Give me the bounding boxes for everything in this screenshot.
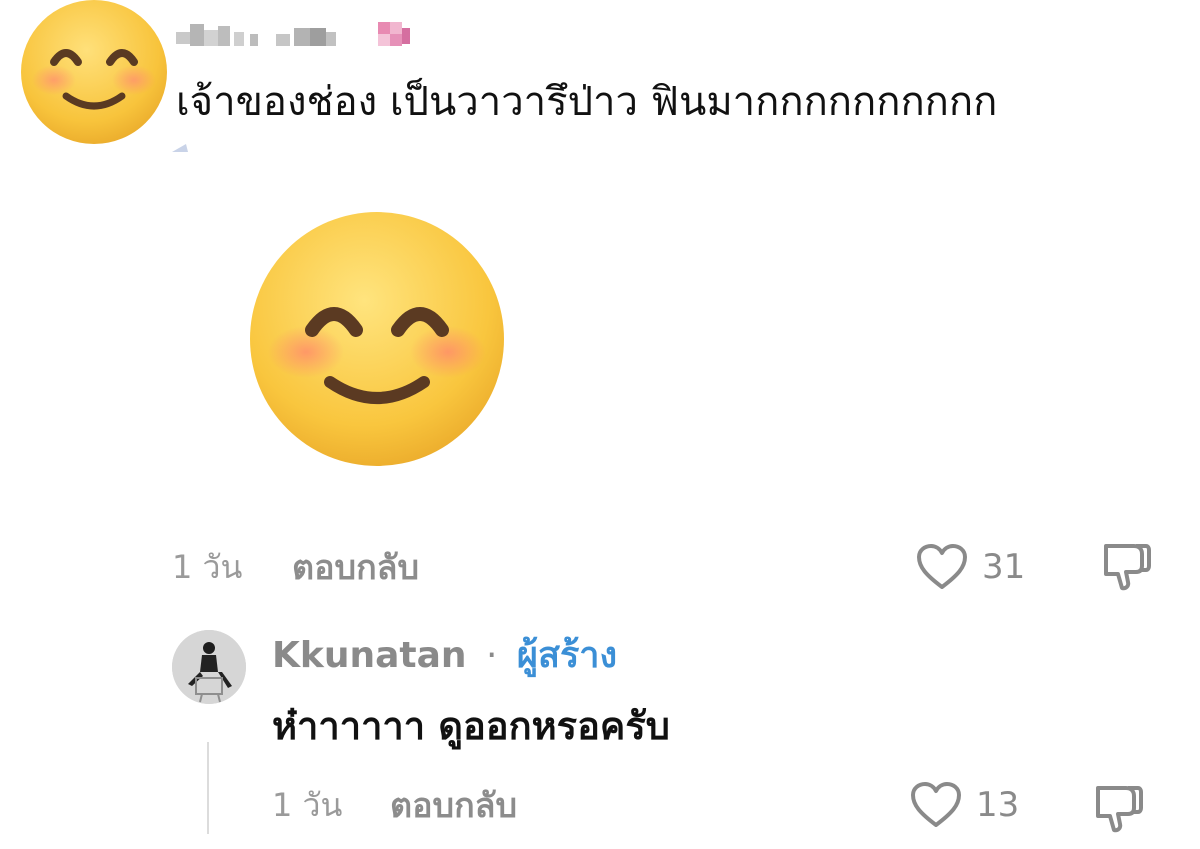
comment-meta-row: 1 วัน ตอบกลับ 31 [172,542,1182,592]
reply-time: 1 วัน [272,785,343,824]
reply-reply-button[interactable]: ตอบกลับ [390,778,517,832]
separator-dot: · [485,635,498,676]
commenter-username-blurred[interactable] [176,14,436,54]
comment-text: เจ้าของช่อง เป็นวาวารึป่าว ฟินมากกกกกกกก… [176,79,998,125]
reply-like-group[interactable]: 13 [910,781,1019,829]
comment-like-count: 31 [982,547,1026,587]
comment-time: 1 วัน [172,547,243,586]
reply-avatar[interactable] [172,630,246,704]
comment-like-group[interactable]: 31 [916,543,1025,591]
reply-meta-row: 1 วัน ตอบกลับ 13 [272,778,1182,833]
heart-icon[interactable] [910,781,962,829]
reply-like-count: 13 [976,785,1020,825]
reply-text: ห๋าาาาาา ดูออกหรอครับ [272,704,670,748]
commenter-avatar-emoji[interactable] [20,0,168,145]
divider-decoration [172,144,188,152]
heart-icon[interactable] [916,543,968,591]
creator-badge: ผู้สร้าง [516,635,618,676]
reply-header: Kkunatan · ผู้สร้าง [272,630,617,682]
dislike-icon[interactable] [1092,782,1144,834]
smiling-face-sticker-icon [250,212,504,466]
thread-line [207,742,209,834]
person-on-chair-avatar-image [172,630,246,704]
dislike-icon[interactable] [1100,540,1152,592]
reply-author-name[interactable]: Kkunatan [272,635,467,676]
comment-reply-button[interactable]: ตอบกลับ [292,540,419,594]
